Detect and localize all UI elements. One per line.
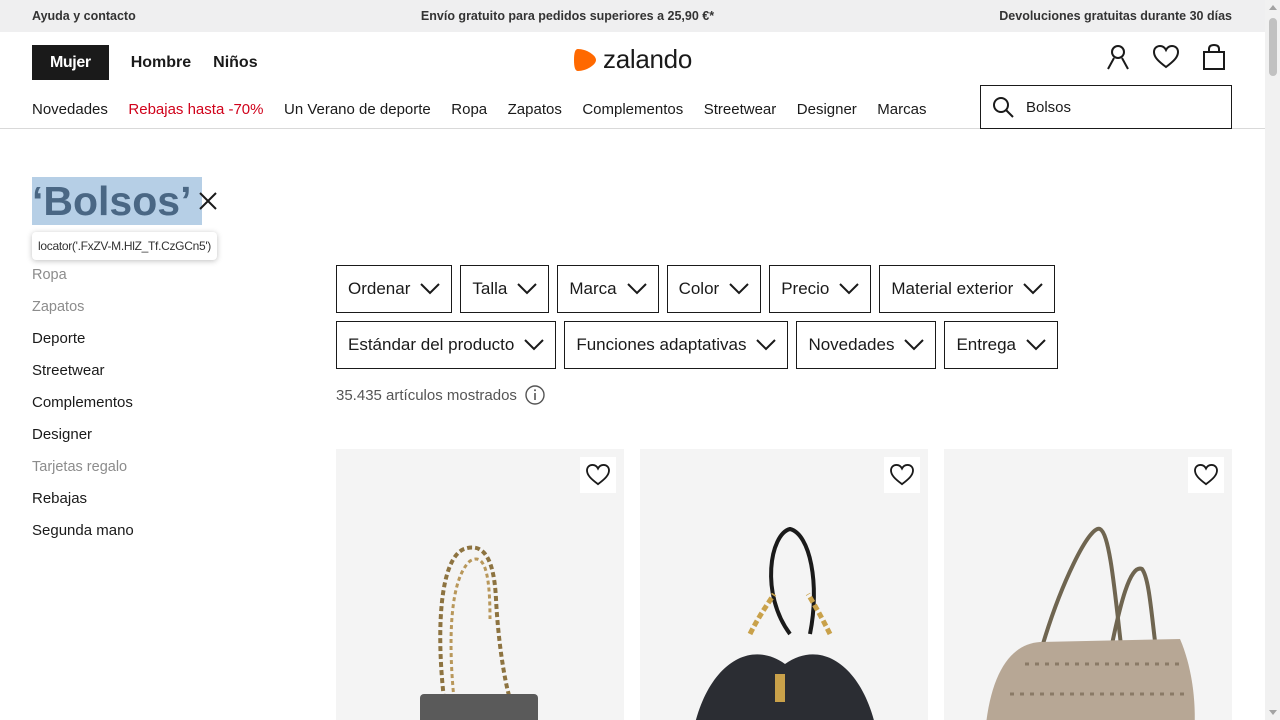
free-shipping-notice[interactable]: Envío gratuito para pedidos superiores a…	[421, 9, 714, 23]
filter-label: Marca	[569, 279, 617, 298]
filter-talla[interactable]: Talla	[460, 265, 550, 313]
chevron-down-icon	[839, 283, 860, 295]
nav-verano-deporte[interactable]: Un Verano de deporte	[284, 101, 431, 118]
filter-ordenar[interactable]: Ordenar	[336, 265, 453, 313]
filter-label: Ordenar	[348, 279, 411, 298]
heart-icon	[586, 464, 610, 486]
filter-material-exterior[interactable]: Material exterior	[879, 265, 1056, 313]
locator-tooltip: locator('.FxZV-M.HlZ_Tf.CzGCn5')	[32, 232, 218, 260]
product-card[interactable]	[640, 449, 928, 720]
search-box[interactable]	[980, 85, 1232, 129]
nav-ropa[interactable]: Ropa	[451, 101, 487, 118]
zalando-logo[interactable]: zalando	[574, 44, 692, 75]
sidebar-item-rebajas[interactable]: Rebajas	[32, 490, 134, 522]
gender-tab-hombre[interactable]: Hombre	[131, 45, 191, 80]
help-contact-link[interactable]: Ayuda y contacto	[32, 9, 136, 23]
chevron-down-icon	[1026, 339, 1046, 351]
add-to-wishlist-button[interactable]	[884, 457, 920, 493]
nav-complementos[interactable]: Complementos	[582, 101, 683, 118]
page-scrollbar[interactable]	[1265, 0, 1280, 720]
filter-estandar-producto[interactable]: Estándar del producto	[336, 321, 557, 369]
chevron-down-icon	[524, 339, 545, 351]
product-image-crossbody-bag	[420, 545, 538, 720]
filter-funciones-adaptativas[interactable]: Funciones adaptativas	[564, 321, 789, 369]
product-card[interactable]	[336, 449, 624, 720]
nav-novedades[interactable]: Novedades	[32, 101, 108, 118]
filter-label: Funciones adaptativas	[576, 335, 747, 354]
info-icon[interactable]	[525, 385, 545, 405]
site-header: Mujer Hombre Niños zalando Novedades Reb…	[0, 32, 1265, 129]
gender-tab-mujer[interactable]: Mujer	[32, 45, 109, 80]
filter-label: Material exterior	[891, 279, 1014, 298]
nav-zapatos[interactable]: Zapatos	[508, 101, 562, 118]
filter-label: Precio	[781, 279, 830, 298]
free-returns-notice[interactable]: Devoluciones gratuitas durante 30 días	[999, 9, 1232, 23]
scrollbar-thumb[interactable]	[1269, 18, 1277, 76]
results-count-text: 35.435 artículos mostrados	[336, 386, 517, 404]
product-card[interactable]	[944, 449, 1232, 720]
filter-label: Talla	[472, 279, 508, 298]
sidebar-item-deporte[interactable]: Deporte	[32, 330, 134, 362]
filter-novedades[interactable]: Novedades	[796, 321, 937, 369]
top-info-bar: Ayuda y contacto Envío gratuito para ped…	[0, 0, 1265, 32]
sidebar-item-designer[interactable]: Designer	[32, 426, 134, 458]
chevron-down-icon	[904, 339, 925, 351]
sidebar-item-complementos[interactable]: Complementos	[32, 394, 134, 426]
chevron-down-icon	[756, 339, 777, 351]
filter-label: Color	[678, 279, 720, 298]
search-query-title: ‘Bolsos’	[32, 177, 203, 225]
header-icons	[1104, 43, 1228, 71]
gender-nav: Mujer Hombre Niños	[32, 45, 280, 80]
scroll-up-arrow-icon[interactable]	[1269, 5, 1277, 10]
chevron-down-icon	[1023, 283, 1043, 295]
zalando-logo-icon	[574, 48, 596, 71]
search-input[interactable]	[1026, 98, 1216, 116]
chevron-down-icon	[626, 283, 647, 295]
sidebar-item-zapatos[interactable]: Zapatos	[32, 298, 134, 330]
sidebar-item-tarjetas-regalo[interactable]: Tarjetas regalo	[32, 458, 134, 490]
gender-tab-ninos[interactable]: Niños	[213, 45, 257, 80]
search-icon	[993, 97, 1014, 118]
wishlist-heart-icon[interactable]	[1152, 43, 1180, 71]
filter-marca[interactable]: Marca	[557, 265, 659, 313]
category-nav: Novedades Rebajas hasta -70% Un Verano d…	[32, 101, 947, 118]
chevron-down-icon	[517, 283, 538, 295]
product-image-hobo-bag	[696, 526, 874, 720]
filter-label: Estándar del producto	[348, 335, 515, 354]
nav-rebajas[interactable]: Rebajas hasta -70%	[128, 101, 263, 118]
filter-color[interactable]: Color	[666, 265, 762, 313]
nav-designer[interactable]: Designer	[797, 101, 857, 118]
filter-precio[interactable]: Precio	[769, 265, 872, 313]
chevron-down-icon	[729, 283, 749, 295]
clear-search-close-icon[interactable]	[197, 190, 219, 212]
filter-bar: Ordenar Talla Marca Color Precio Materia…	[336, 265, 1236, 377]
filter-entrega[interactable]: Entrega	[944, 321, 1059, 369]
heart-icon	[1194, 464, 1218, 486]
sidebar-item-segunda-mano[interactable]: Segunda mano	[32, 522, 134, 554]
results-count: 35.435 artículos mostrados	[336, 385, 545, 405]
category-sidebar: Ropa Zapatos Deporte Streetwear Compleme…	[32, 266, 134, 554]
filter-label: Entrega	[956, 335, 1017, 354]
heart-icon	[890, 464, 914, 486]
sidebar-item-streetwear[interactable]: Streetwear	[32, 362, 134, 394]
account-icon[interactable]	[1104, 43, 1132, 71]
product-image-tote-bag	[986, 526, 1195, 720]
cart-bag-icon[interactable]	[1200, 43, 1228, 71]
nav-streetwear[interactable]: Streetwear	[704, 101, 777, 118]
nav-marcas[interactable]: Marcas	[877, 101, 926, 118]
sidebar-item-ropa[interactable]: Ropa	[32, 266, 134, 298]
filter-label: Novedades	[808, 335, 895, 354]
add-to-wishlist-button[interactable]	[1188, 457, 1224, 493]
scroll-down-arrow-icon[interactable]	[1269, 710, 1277, 715]
logo-wordmark: zalando	[603, 44, 692, 74]
add-to-wishlist-button[interactable]	[580, 457, 616, 493]
chevron-down-icon	[420, 283, 441, 295]
